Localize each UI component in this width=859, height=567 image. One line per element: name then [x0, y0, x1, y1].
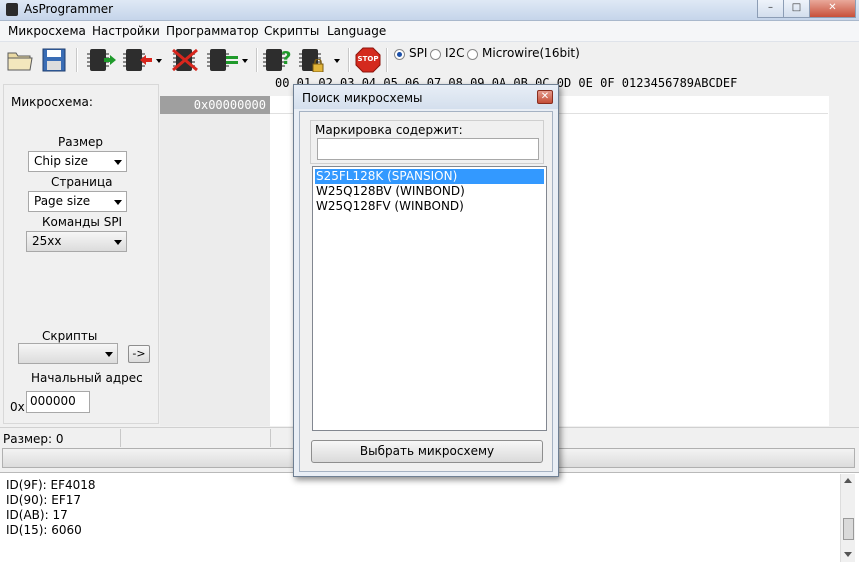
- filter-label: Маркировка содержит:: [315, 123, 463, 137]
- chip-size-value: Chip size: [34, 154, 89, 168]
- log-panel[interactable]: ID(9F): EF4018 ID(90): EF17 ID(AB): 17 I…: [0, 472, 859, 567]
- toolbar-separator: [256, 48, 258, 72]
- close-icon: ✕: [540, 91, 550, 102]
- microwire-label: Microwire(16bit): [482, 46, 580, 60]
- list-item[interactable]: W25Q128FV (WINBOND): [315, 199, 544, 214]
- menu-programmer[interactable]: Программатор: [166, 24, 259, 38]
- log-line: ID(9F): EF4018: [6, 478, 96, 492]
- chip-label: Микросхема:: [11, 95, 93, 109]
- run-script-button[interactable]: ->: [128, 345, 150, 363]
- select-chip-button[interactable]: Выбрать микросхему: [311, 440, 543, 463]
- spi-radio[interactable]: [394, 49, 405, 60]
- chip-search-dialog: Поиск микросхемы ✕ Маркировка содержит: …: [293, 84, 559, 477]
- chip-size-select[interactable]: Chip size: [28, 151, 127, 172]
- first-address: 0x00000000: [160, 96, 270, 114]
- chevron-down-icon: [114, 200, 122, 205]
- chip-icon: [263, 49, 285, 71]
- hex-prefix: 0x: [10, 400, 25, 414]
- log-line: ID(90): EF17: [6, 493, 82, 507]
- menu-settings[interactable]: Настройки: [92, 24, 160, 38]
- question-icon: ?: [281, 48, 292, 69]
- title-bar: AsProgrammer – □ ✕: [0, 0, 859, 21]
- log-line: ID(AB): 17: [6, 508, 68, 522]
- chip-icon: [207, 49, 229, 71]
- scroll-up-icon[interactable]: [844, 478, 852, 483]
- read-chip-button[interactable]: [86, 47, 116, 73]
- toolbar-separator: [76, 48, 78, 72]
- stop-label: STOP: [357, 55, 379, 63]
- menu-chip[interactable]: Микросхема: [8, 24, 86, 38]
- spi-commands-value: 25xx: [32, 234, 62, 248]
- chevron-down-icon: [114, 240, 122, 245]
- dialog-body: Маркировка содержит: S25FL128K (SPANSION…: [299, 111, 553, 472]
- dialog-title-bar: Поиск микросхемы ✕: [294, 85, 558, 109]
- spi-commands-label: Команды SPI: [42, 215, 123, 229]
- status-divider: [120, 429, 121, 447]
- menu-scripts[interactable]: Скрипты: [264, 24, 319, 38]
- chevron-down-icon: [242, 59, 248, 63]
- chip-list[interactable]: S25FL128K (SPANSION) W25Q128BV (WINBOND)…: [312, 166, 547, 431]
- arrow-left-icon: [140, 55, 152, 65]
- dialog-title: Поиск микросхемы: [302, 91, 423, 105]
- list-item[interactable]: S25FL128K (SPANSION): [315, 169, 544, 184]
- start-address-label: Начальный адрес: [31, 371, 143, 385]
- i2c-radio[interactable]: [430, 49, 441, 60]
- status-divider: [270, 429, 271, 447]
- start-address-input[interactable]: 000000: [26, 391, 90, 413]
- i2c-label: I2C: [445, 46, 465, 60]
- write-chip-button[interactable]: [122, 47, 164, 73]
- close-button[interactable]: ✕: [809, 0, 856, 18]
- read-id-button[interactable]: ?: [262, 47, 292, 73]
- toolbar: ? STOP SPI I2C Microwire(16bit): [0, 42, 859, 78]
- app-icon: [6, 3, 18, 16]
- chip-settings-panel: Микросхема: Размер Chip size Страница Pa…: [3, 84, 159, 424]
- toolbar-separator: [386, 48, 388, 72]
- size-status: Размер: 0: [3, 432, 64, 446]
- menu-bar: Микросхема Настройки Программатор Скрипт…: [0, 21, 859, 42]
- chevron-down-icon: [156, 59, 162, 63]
- window-title: AsProgrammer: [24, 2, 114, 16]
- spi-label: SPI: [409, 46, 428, 60]
- menu-language[interactable]: Language: [327, 24, 386, 38]
- scroll-down-icon[interactable]: [844, 552, 852, 557]
- scripts-select[interactable]: [18, 343, 118, 364]
- filter-group: Маркировка содержит:: [310, 120, 544, 164]
- arrow-right-icon: [104, 55, 116, 65]
- list-item[interactable]: W25Q128BV (WINBOND): [315, 184, 544, 199]
- spi-commands-select[interactable]: 25xx: [26, 231, 127, 252]
- lock-icon: [312, 59, 324, 72]
- filter-input[interactable]: [317, 138, 539, 160]
- maximize-button[interactable]: □: [783, 0, 810, 18]
- equals-icon: [226, 56, 238, 64]
- chevron-down-icon: [114, 160, 122, 165]
- verify-chip-button[interactable]: [206, 47, 250, 73]
- erase-chip-button[interactable]: [170, 47, 200, 73]
- log-scrollbar[interactable]: [840, 474, 855, 562]
- save-file-button[interactable]: [40, 47, 68, 73]
- chevron-down-icon: [105, 352, 113, 357]
- stop-button[interactable]: STOP: [355, 47, 381, 73]
- page-label: Страница: [51, 175, 113, 189]
- page-size-select[interactable]: Page size: [28, 191, 127, 212]
- dialog-close-button[interactable]: ✕: [537, 90, 553, 104]
- page-size-value: Page size: [34, 194, 91, 208]
- minimize-button[interactable]: –: [757, 0, 784, 18]
- scroll-thumb[interactable]: [843, 518, 854, 540]
- toolbar-separator: [348, 48, 350, 72]
- chip-protection-button[interactable]: [298, 47, 342, 73]
- address-column: [160, 96, 270, 426]
- log-line: ID(15): 6060: [6, 523, 82, 537]
- scripts-label: Скрипты: [42, 329, 98, 343]
- chevron-down-icon: [334, 59, 340, 63]
- cross-icon: [172, 48, 198, 72]
- folder-icon: [7, 52, 33, 71]
- open-file-button[interactable]: [6, 47, 34, 73]
- size-label: Размер: [58, 135, 104, 149]
- microwire-radio[interactable]: [467, 49, 478, 60]
- floppy-icon: [42, 48, 66, 72]
